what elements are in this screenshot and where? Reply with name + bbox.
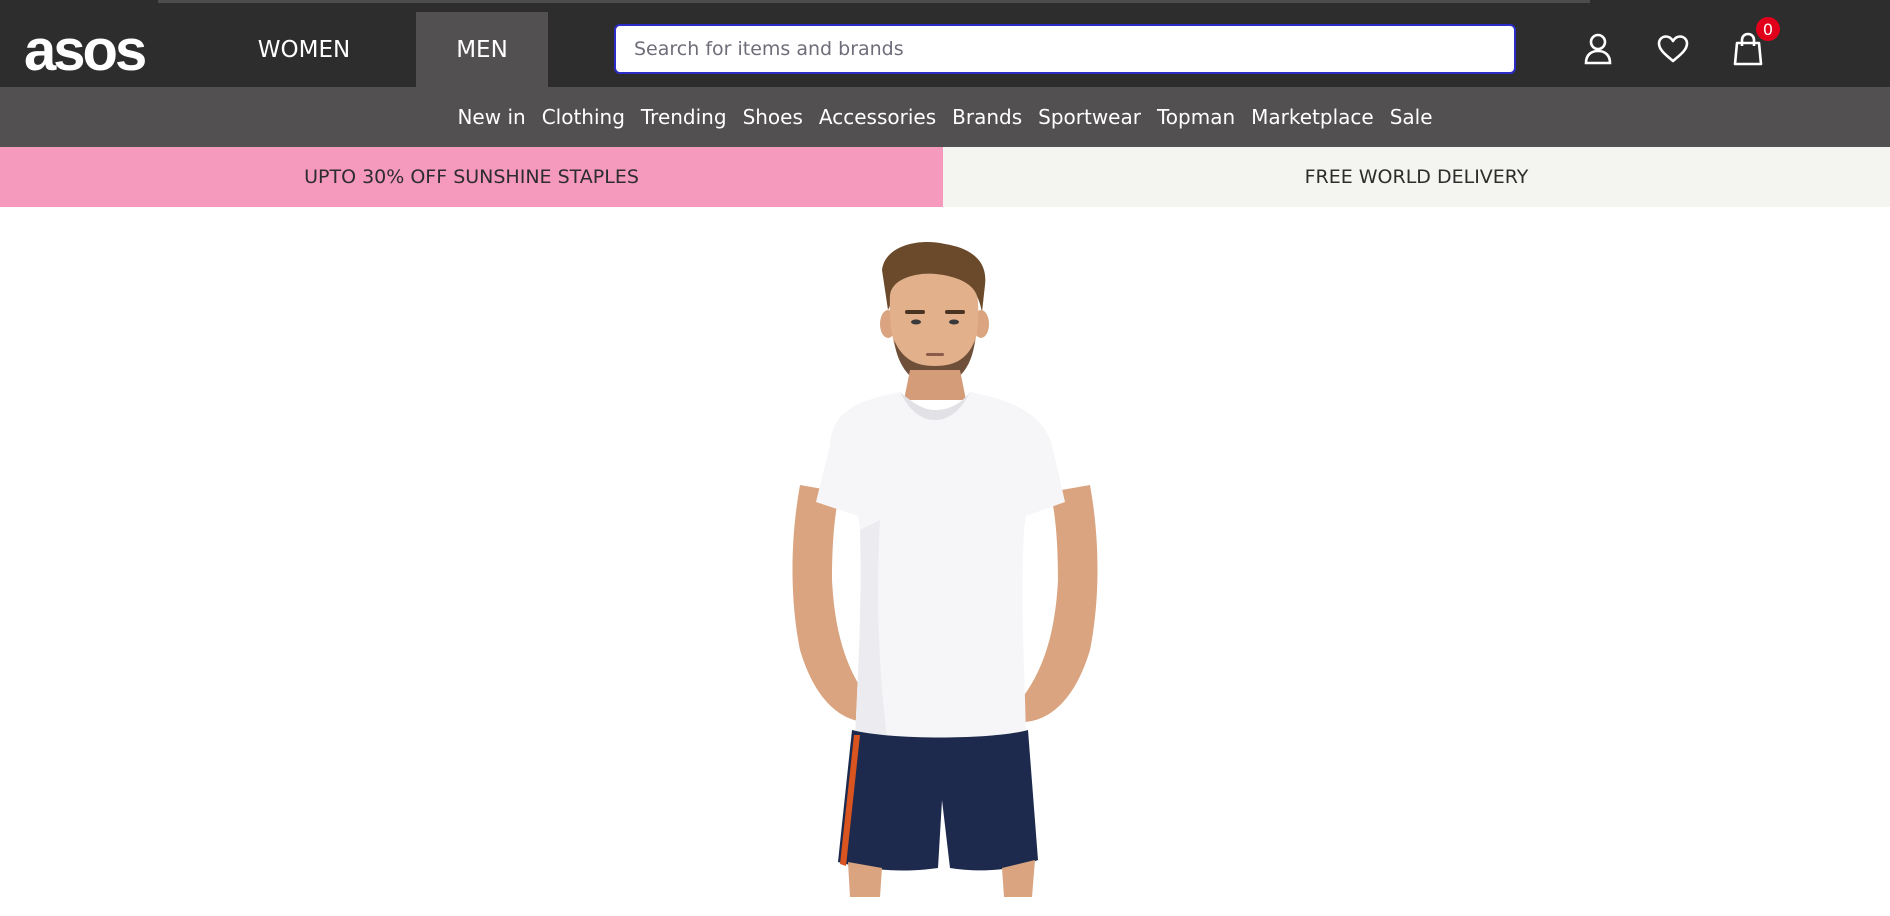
account-icon[interactable] [1578,29,1618,69]
category-nav: New in Clothing Trending Shoes Accessori… [0,87,1890,147]
heart-icon[interactable] [1653,29,1693,69]
tab-women[interactable]: WOMEN [218,12,390,87]
promo-banner-sale[interactable]: UPTO 30% OFF SUNSHINE STAPLES [0,147,943,207]
promo-banner-delivery[interactable]: FREE WORLD DELIVERY [943,147,1890,207]
browser-chrome-strip [0,0,1890,12]
nav-item-topman[interactable]: Topman [1149,105,1243,129]
nav-item-brands[interactable]: Brands [944,105,1030,129]
bag-count-badge: 0 [1756,17,1780,41]
hero-model-image[interactable] [770,240,1120,897]
nav-item-sportwear[interactable]: Sportwear [1030,105,1149,129]
top-header: asos WOMEN MEN 0 [0,12,1890,87]
nav-item-accessories[interactable]: Accessories [811,105,944,129]
asos-logo[interactable]: asos [24,22,147,80]
search-box[interactable] [614,24,1516,74]
search-input[interactable] [634,38,1514,60]
nav-item-trending[interactable]: Trending [633,105,735,129]
browser-chrome-bar [158,0,1590,3]
nav-item-clothing[interactable]: Clothing [534,105,633,129]
nav-item-sale[interactable]: Sale [1382,105,1441,129]
nav-item-shoes[interactable]: Shoes [735,105,811,129]
nav-item-new-in[interactable]: New in [449,105,533,129]
tab-men[interactable]: MEN [416,12,548,87]
nav-item-marketplace[interactable]: Marketplace [1243,105,1382,129]
